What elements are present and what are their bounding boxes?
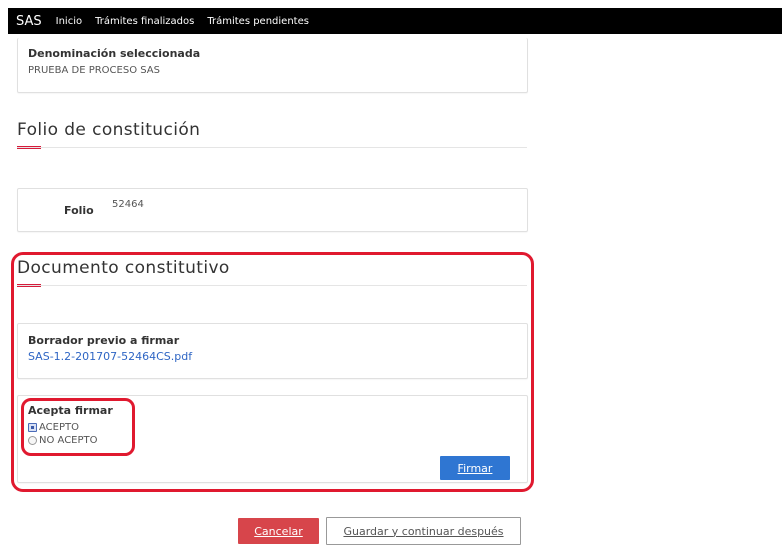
denominacion-card: Denominación seleccionada PRUEBA DE PROC… — [17, 38, 528, 93]
cancel-button[interactable]: Cancelar — [238, 518, 319, 544]
folio-value: 52464 — [112, 199, 144, 210]
documento-section-title: Documento constitutivo — [17, 258, 230, 278]
brand-logo[interactable]: SAS — [16, 14, 42, 29]
denominacion-label: Denominación seleccionada — [28, 47, 201, 60]
borrador-card: Borrador previo a firmar SAS-1.2-201707-… — [17, 323, 528, 379]
nav-tramites-pendientes[interactable]: Trámites pendientes — [207, 16, 309, 27]
folio-divider — [17, 147, 527, 148]
folio-label: Folio — [64, 204, 94, 217]
denominacion-value: PRUEBA DE PROCESO SAS — [28, 65, 160, 76]
firmar-button[interactable]: Firmar — [440, 456, 510, 480]
borrador-pdf-link[interactable]: SAS-1.2-201707-52464CS.pdf — [28, 350, 192, 363]
folio-section-title: Folio de constitución — [17, 120, 201, 140]
nav-inicio[interactable]: Inicio — [56, 16, 82, 27]
save-continue-later-button[interactable]: Guardar y continuar después — [326, 517, 521, 545]
nav-tramites-finalizados[interactable]: Trámites finalizados — [95, 16, 194, 27]
folio-card: Folio 52464 — [17, 188, 528, 232]
top-navbar: SAS Inicio Trámites finalizados Trámites… — [8, 8, 782, 34]
documento-divider — [17, 285, 527, 286]
borrador-label: Borrador previo a firmar — [28, 334, 180, 347]
acepta-highlight-frame — [21, 398, 135, 456]
